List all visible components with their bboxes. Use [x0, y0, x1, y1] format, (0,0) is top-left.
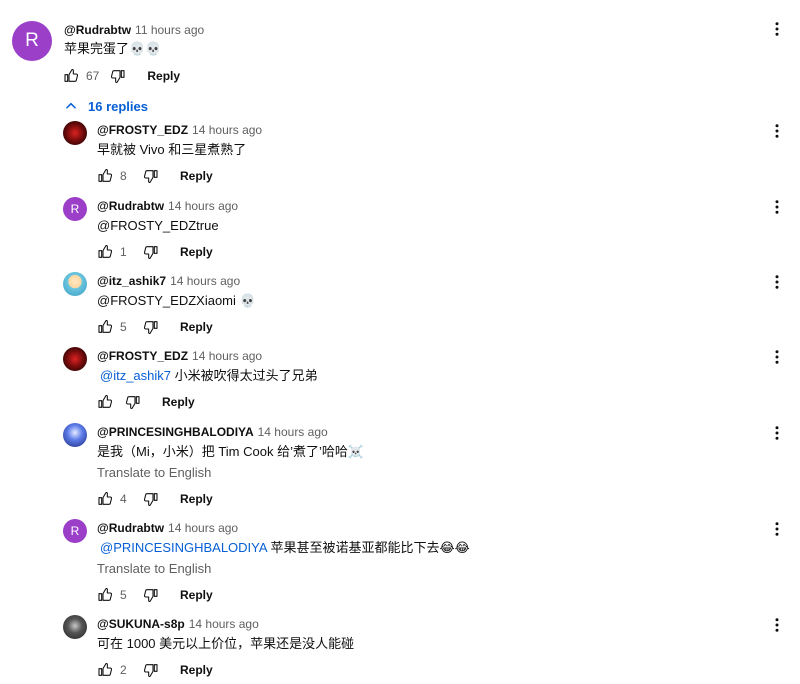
replies-count-label: 16 replies [88, 98, 148, 114]
comment-header: @FROSTY_EDZ 14 hours ago [97, 122, 262, 138]
mention-link[interactable]: @itz_ashik7 [100, 368, 171, 383]
comment-actions: 4 Reply [96, 489, 213, 509]
avatar[interactable]: R [63, 197, 87, 221]
comment-text: @itz_ashik7 小米被吹得太过头了兄弟 [100, 368, 318, 383]
timestamp[interactable]: 11 hours ago [135, 23, 204, 37]
timestamp[interactable]: 14 hours ago [192, 123, 262, 137]
comment-header: @Rudrabtw 14 hours ago [97, 198, 238, 214]
timestamp[interactable]: 14 hours ago [192, 349, 262, 363]
like-count: 4 [120, 492, 127, 506]
more-options-icon[interactable] [767, 19, 787, 39]
dislike-icon[interactable] [124, 393, 142, 411]
author-name[interactable]: @itz_ashik7 [97, 274, 166, 288]
more-options-icon[interactable] [767, 423, 787, 443]
comment-actions: 5 Reply [96, 585, 213, 605]
like-icon[interactable] [62, 67, 80, 85]
translate-link[interactable]: Translate to English [97, 560, 211, 578]
comment-header: @SUKUNA-s8p 14 hours ago [97, 616, 259, 632]
more-options-icon[interactable] [767, 272, 787, 292]
avatar[interactable] [63, 272, 87, 296]
comment-actions: 2 Reply [96, 660, 213, 680]
reply-button[interactable]: Reply [162, 395, 195, 409]
like-icon[interactable] [96, 393, 114, 411]
timestamp[interactable]: 14 hours ago [258, 425, 328, 439]
mention-link[interactable]: @PRINCESINGHBALODIYA [100, 540, 267, 555]
comment-actions: 5 Reply [96, 317, 213, 337]
author-name[interactable]: @SUKUNA-s8p [97, 617, 185, 631]
comment-header: @PRINCESINGHBALODIYA 14 hours ago [97, 424, 328, 440]
avatar[interactable]: R [63, 519, 87, 543]
like-icon[interactable] [96, 318, 114, 336]
reply-button[interactable]: Reply [147, 69, 180, 83]
dislike-icon[interactable] [109, 67, 127, 85]
more-options-icon[interactable] [767, 197, 787, 217]
author-name[interactable]: @FROSTY_EDZ [97, 349, 188, 363]
author-name[interactable]: @Rudrabtw [64, 23, 131, 37]
avatar[interactable] [63, 615, 87, 639]
comment-header: @FROSTY_EDZ 14 hours ago [97, 348, 262, 364]
comment-text: 是我（Mi，小米）把 Tim Cook 给’煮了’哈哈☠️ [97, 444, 365, 459]
author-name[interactable]: @FROSTY_EDZ [97, 123, 188, 137]
avatar[interactable] [63, 423, 87, 447]
comment-text: 苹果完蛋了💀💀 [64, 41, 162, 56]
timestamp[interactable]: 14 hours ago [168, 521, 238, 535]
comment-header: @Rudrabtw 14 hours ago [97, 520, 238, 536]
dislike-icon[interactable] [142, 318, 160, 336]
like-icon[interactable] [96, 586, 114, 604]
author-name[interactable]: @Rudrabtw [97, 521, 164, 535]
like-count: 67 [86, 69, 100, 83]
like-count: 5 [120, 588, 127, 602]
reply-button[interactable]: Reply [180, 245, 213, 259]
comment-text: @FROSTY_EDZtrue [97, 218, 219, 233]
reply-button[interactable]: Reply [180, 492, 213, 506]
comment-actions: 8 Reply [96, 166, 213, 186]
avatar[interactable]: R [12, 21, 52, 61]
like-count: 1 [120, 245, 127, 259]
chevron-up-icon [66, 102, 76, 109]
more-options-icon[interactable] [767, 347, 787, 367]
author-name[interactable]: @PRINCESINGHBALODIYA [97, 425, 254, 439]
comment-text: 可在 1000 美元以上价位，苹果还是没人能碰 [97, 636, 355, 651]
reply-button[interactable]: Reply [180, 320, 213, 334]
like-count: 5 [120, 320, 127, 334]
avatar[interactable] [63, 347, 87, 371]
reply-button[interactable]: Reply [180, 588, 213, 602]
reply-button[interactable]: Reply [180, 169, 213, 183]
reply-button[interactable]: Reply [180, 663, 213, 677]
more-options-icon[interactable] [767, 121, 787, 141]
comment-actions: 67 Reply [62, 66, 180, 86]
dislike-icon[interactable] [142, 661, 160, 679]
comment-header: @itz_ashik7 14 hours ago [97, 273, 240, 289]
comment-text: @FROSTY_EDZXiaomi 💀 [97, 293, 256, 308]
timestamp[interactable]: 14 hours ago [189, 617, 259, 631]
timestamp[interactable]: 14 hours ago [170, 274, 240, 288]
comment-header: @Rudrabtw 11 hours ago [64, 22, 204, 38]
dislike-icon[interactable] [142, 586, 160, 604]
comment-actions: 1 Reply [96, 242, 213, 262]
like-icon[interactable] [96, 167, 114, 185]
comment-text: @PRINCESINGHBALODIYA 苹果甚至被诺基亚都能比下去😂😂 [100, 540, 470, 555]
more-options-icon[interactable] [767, 519, 787, 539]
translate-link[interactable]: Translate to English [97, 464, 211, 482]
like-icon[interactable] [96, 243, 114, 261]
comment-text: 早就被 Vivo 和三星煮熟了 [97, 142, 247, 157]
author-name[interactable]: @Rudrabtw [97, 199, 164, 213]
timestamp[interactable]: 14 hours ago [168, 199, 238, 213]
dislike-icon[interactable] [142, 243, 160, 261]
like-icon[interactable] [96, 661, 114, 679]
dislike-icon[interactable] [142, 167, 160, 185]
avatar[interactable] [63, 121, 87, 145]
dislike-icon[interactable] [142, 490, 160, 508]
like-count: 8 [120, 169, 127, 183]
like-count: 2 [120, 663, 127, 677]
comment-actions: Reply [96, 392, 195, 412]
like-icon[interactable] [96, 490, 114, 508]
more-options-icon[interactable] [767, 615, 787, 635]
replies-toggle-button[interactable]: 16 replies [64, 96, 148, 116]
